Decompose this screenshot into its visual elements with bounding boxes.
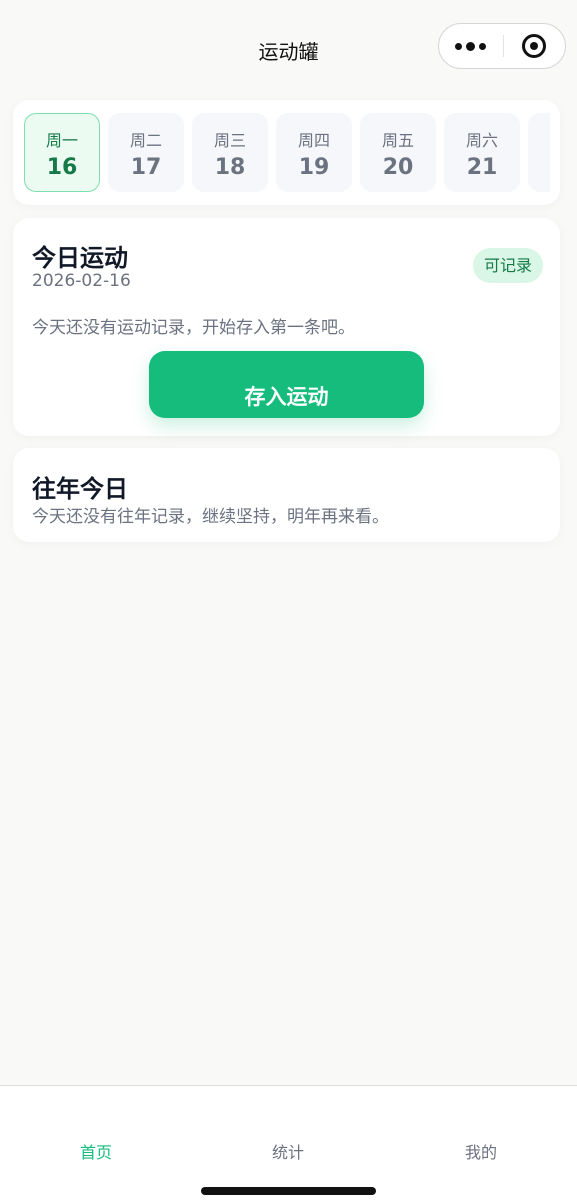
day-weekday: 周一 (45, 130, 78, 150)
day-chip-friday[interactable]: 周五 20 (360, 113, 436, 192)
tab-mine[interactable]: 我的 (385, 1139, 577, 1163)
day-weekday: 周五 (381, 131, 414, 150)
close-target-icon[interactable] (503, 23, 565, 69)
page: 运动罐 周一 16 周二 17 周三 18 周四 19 周五 20 周六 21 … (0, 0, 577, 1200)
day-number: 19 (298, 155, 330, 180)
today-date: 2026-02-16 (32, 271, 131, 291)
week-card: 周一 16 周二 17 周三 18 周四 19 周五 20 周六 21 (13, 100, 560, 205)
tab-stats[interactable]: 统计 (192, 1139, 384, 1163)
day-chip-sunday[interactable]: 周日 22 (528, 113, 550, 192)
save-exercise-button[interactable]: 存入运动 (149, 351, 424, 418)
top-nav-bar: 运动罐 (0, 0, 577, 98)
dot (455, 42, 463, 50)
history-title: 往年今日 (32, 475, 128, 503)
day-number: 22 (528, 155, 550, 180)
more-dots-icon[interactable] (439, 23, 503, 69)
day-weekday: 周三 (213, 131, 246, 150)
day-weekday: 周四 (297, 131, 330, 150)
day-chip-tuesday[interactable]: 周二 17 (108, 113, 184, 192)
day-chip-thursday[interactable]: 周四 19 (276, 113, 352, 192)
tab-home[interactable]: 首页 (0, 1139, 192, 1163)
today-title: 今日运动 (32, 244, 128, 272)
today-exercise-card: 今日运动 2026-02-16 可记录 今天还没有运动记录，开始存入第一条吧。 … (13, 218, 560, 436)
day-weekday: 周日 (528, 127, 551, 151)
history-card: 往年今日 今天还没有往年记录，继续坚持，明年再来看。 (13, 448, 560, 542)
day-number: 21 (466, 155, 498, 180)
day-weekday: 周六 (465, 131, 498, 150)
week-strip[interactable]: 周一 16 周二 17 周三 18 周四 19 周五 20 周六 21 (24, 113, 550, 192)
dot (479, 42, 487, 50)
day-chip-monday[interactable]: 周一 16 (24, 113, 100, 192)
day-number: 17 (130, 155, 162, 180)
day-weekday: 周二 (129, 131, 162, 150)
close-ring (522, 34, 547, 58)
status-badge: 可记录 (473, 248, 543, 283)
bottom-tab-bar: 首页 统计 我的 (0, 1085, 577, 1200)
today-empty-text: 今天还没有运动记录，开始存入第一条吧。 (32, 318, 355, 338)
close-core (530, 42, 539, 50)
dot (466, 41, 476, 51)
day-chip-wednesday[interactable]: 周三 18 (192, 113, 268, 192)
mini-program-capsule (438, 23, 566, 69)
day-number: 16 (46, 154, 78, 180)
day-number: 18 (214, 155, 246, 180)
home-indicator (201, 1187, 376, 1195)
history-empty-text: 今天还没有往年记录，继续坚持，明年再来看。 (32, 507, 389, 527)
day-number: 20 (382, 155, 414, 180)
day-chip-saturday[interactable]: 周六 21 (444, 113, 520, 192)
